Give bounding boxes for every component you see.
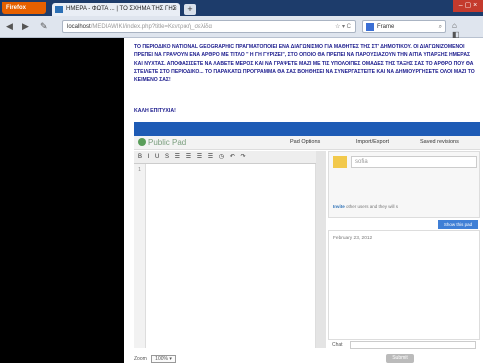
good-luck-text: ΚΑΛΗ ΕΠΙΤΥΧΙΑ!	[134, 108, 176, 114]
editor-scrollbar[interactable]	[316, 151, 326, 348]
search-value: Frame	[377, 24, 395, 30]
pad-options-button[interactable]: Pad Options	[290, 139, 320, 145]
chat-label: Chat	[332, 342, 343, 348]
window-controls[interactable]: – ▢ ×	[453, 0, 483, 12]
pad-logo-label: Public Pad	[148, 138, 187, 147]
favicon-icon	[55, 6, 63, 13]
invite-link[interactable]: Invite	[333, 204, 345, 209]
user-color-swatch[interactable]	[333, 156, 347, 168]
reload-icon[interactable]: ☆ ▾ C	[335, 21, 351, 32]
new-tab-button[interactable]: +	[184, 4, 196, 15]
pad-editor[interactable]: 1	[134, 164, 316, 348]
tab-title: ΗΜΕΡΑ - ΦΩΤΑ ... | ΤΟ ΣΧΗΜΑ ΤΗΣ ΓΗΣ	[66, 6, 177, 12]
submit-button[interactable]: Submit	[386, 354, 414, 363]
show-pad-row: Show this pad	[328, 220, 480, 229]
back-arrow-icon[interactable]: ◀	[6, 21, 13, 32]
browser-tab-bar: Firefox ΗΜΕΡΑ - ΦΩΤΑ ... | ΤΟ ΣΧΗΜΑ ΤΗΣ …	[0, 0, 483, 16]
forward-arrow-icon[interactable]: ▶	[22, 21, 29, 32]
close-tab-icon[interactable]: ×	[173, 3, 177, 16]
page-content: ΤΟ ΠΕΡΙΟΔΙΚΟ NATIONAL GEOGRAPHIC ΠΡΑΓΜΑΤ…	[124, 38, 483, 363]
search-icon[interactable]: ⌕	[439, 21, 442, 33]
zoom-control: Zoom 100% ▾	[134, 355, 176, 363]
home-bookmarks-icon[interactable]: ⌂ ◧	[452, 21, 483, 39]
search-engine-icon[interactable]	[366, 23, 374, 31]
pad-header-bar	[134, 122, 480, 136]
zoom-label: Zoom	[134, 356, 147, 362]
chat-panel: February 23, 2012	[328, 230, 480, 348]
browser-tab-active[interactable]: ΗΜΕΡΑ - ΦΩΤΑ ... | ΤΟ ΣΧΗΜΑ ΤΗΣ ΓΗΣ ×	[52, 3, 180, 16]
chat-input[interactable]	[350, 341, 476, 349]
left-dark-panel	[0, 38, 124, 363]
chat-input-row: Chat	[328, 339, 480, 350]
zoom-select[interactable]: 100% ▾	[151, 355, 176, 363]
address-path: /MEDIAWIKI/index.php?title=Κεντρική_σελί…	[90, 24, 212, 30]
invite-text: Invite other users and they will s	[333, 204, 398, 209]
search-input[interactable]: Frame ⌕	[362, 20, 446, 33]
navigation-bar: ◀ ▶ ✎ localhost/MEDIAWIKI/index.php?titl…	[0, 16, 483, 39]
invite-description: other users and they will s	[344, 204, 399, 209]
username-input[interactable]: sofia	[351, 156, 477, 168]
pad-top-bar: Public Pad Pad Options Import/Export Sav…	[134, 136, 480, 150]
address-bar[interactable]: localhost/MEDIAWIKI/index.php?title=Κεντ…	[62, 20, 356, 33]
public-pad-logo: Public Pad	[138, 138, 186, 147]
saved-revisions-button[interactable]: Saved revisions	[420, 139, 459, 145]
users-panel: sofia Invite other users and they will s	[328, 151, 480, 218]
format-toolbar[interactable]: B I U S ☰ ☰ ☰ ☰ ◷ ↶ ↷	[134, 151, 316, 164]
pad-logo-icon	[138, 138, 146, 146]
line-number: 1	[138, 167, 141, 173]
address-host: localhost	[67, 24, 91, 30]
assignment-text: ΤΟ ΠΕΡΙΟΔΙΚΟ NATIONAL GEOGRAPHIC ΠΡΑΓΜΑΤ…	[134, 44, 475, 84]
history-icon[interactable]: ✎	[40, 21, 48, 32]
show-pad-button[interactable]: Show this pad	[438, 220, 478, 229]
import-export-button[interactable]: Import/Export	[356, 139, 389, 145]
line-numbers: 1	[134, 164, 146, 348]
firefox-menu-button[interactable]: Firefox	[2, 2, 46, 14]
chat-date: February 23, 2012	[333, 236, 373, 241]
